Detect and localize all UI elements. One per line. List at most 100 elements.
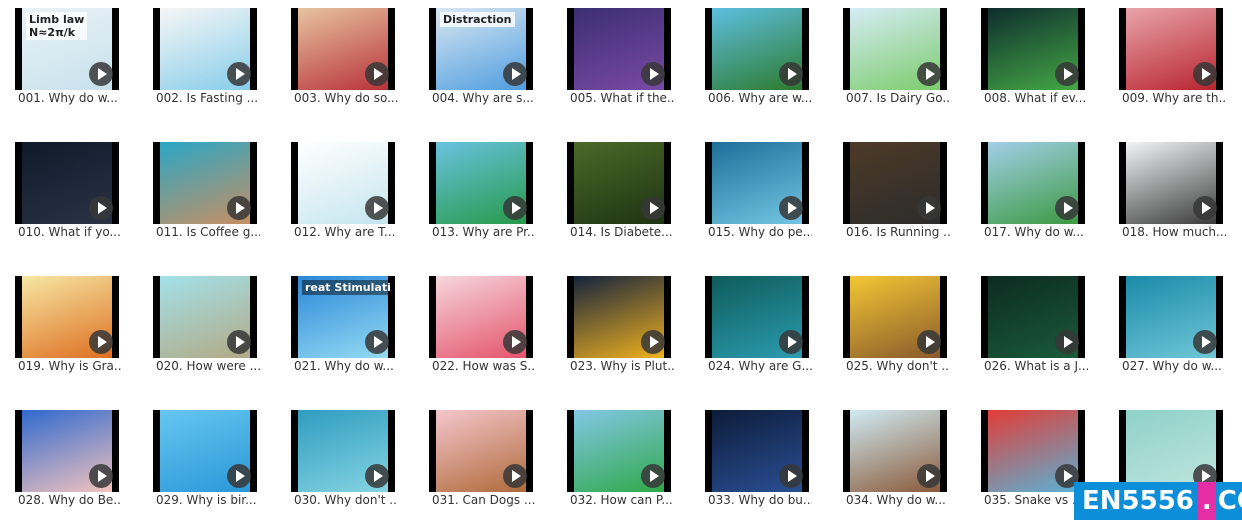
video-thumbnail[interactable]: reat Stimulati [291,276,395,358]
video-thumbnail[interactable] [153,276,257,358]
video-item[interactable]: 010. What if yo... [0,134,124,254]
video-item[interactable]: Distraction 004. Why are s... [414,0,538,120]
video-title[interactable]: 034. Why do w... [846,493,950,507]
video-item[interactable]: 016. Is Running ... [828,134,952,254]
video-item[interactable]: 007. Is Dairy Go... [828,0,952,120]
video-item[interactable]: 031. Can Dogs ... [414,402,538,522]
video-thumbnail[interactable] [567,142,671,224]
video-item[interactable]: 033. Why do bu... [690,402,814,522]
video-thumbnail[interactable] [429,410,533,492]
video-thumbnail[interactable] [153,410,257,492]
video-title[interactable]: 029. Why is bir... [156,493,260,507]
video-item[interactable]: 027. Why do w... [1104,268,1228,388]
video-title[interactable]: 008. What if ev... [984,91,1088,105]
video-item[interactable]: 018. How much... [1104,134,1228,254]
video-thumbnail[interactable] [981,410,1085,492]
play-icon[interactable] [779,62,803,86]
video-thumbnail[interactable] [567,410,671,492]
video-item[interactable]: 003. Why do so... [276,0,400,120]
play-icon[interactable] [917,196,941,220]
play-icon[interactable] [227,62,251,86]
video-item[interactable]: 024. Why are G... [690,268,814,388]
video-title[interactable]: 028. Why do Be... [18,493,122,507]
video-item[interactable]: 034. Why do w... [828,402,952,522]
video-item[interactable]: 023. Why is Plut... [552,268,676,388]
video-title[interactable]: 025. Why don't ... [846,359,950,373]
video-title[interactable]: 021. Why do w... [294,359,398,373]
video-item[interactable]: 002. Is Fasting ... [138,0,262,120]
video-item[interactable]: 008. What if ev... [966,0,1090,120]
play-icon[interactable] [89,464,113,488]
play-icon[interactable] [641,62,665,86]
video-thumbnail[interactable] [981,142,1085,224]
play-icon[interactable] [779,196,803,220]
video-title[interactable]: 022. How was S... [432,359,536,373]
video-title[interactable]: 033. Why do bu... [708,493,812,507]
video-thumbnail[interactable] [291,8,395,90]
play-icon[interactable] [89,196,113,220]
play-icon[interactable] [503,62,527,86]
video-thumbnail[interactable] [705,8,809,90]
video-item[interactable]: 035. Snake vs ... [966,402,1090,522]
video-item[interactable]: 006. Why are w... [690,0,814,120]
video-item[interactable]: 020. How were ... [138,268,262,388]
video-title[interactable]: 011. Is Coffee g... [156,225,260,239]
video-thumbnail[interactable] [1119,410,1223,492]
video-thumbnail[interactable] [567,8,671,90]
play-icon[interactable] [365,196,389,220]
video-title[interactable]: 016. Is Running ... [846,225,950,239]
video-item[interactable]: 017. Why do w... [966,134,1090,254]
video-item[interactable]: 009. Why are th... [1104,0,1228,120]
video-title[interactable]: 001. Why do w... [18,91,122,105]
video-title[interactable]: 017. Why do w... [984,225,1088,239]
video-thumbnail[interactable] [291,142,395,224]
play-icon[interactable] [365,62,389,86]
video-title[interactable]: 032. How can P... [570,493,674,507]
play-icon[interactable] [1193,62,1217,86]
video-title[interactable]: 035. Snake vs ... [984,493,1088,507]
play-icon[interactable] [365,330,389,354]
video-thumbnail[interactable] [705,410,809,492]
video-item[interactable]: 028. Why do Be... [0,402,124,522]
play-icon[interactable] [917,62,941,86]
video-title[interactable]: 006. Why are w... [708,91,812,105]
play-icon[interactable] [503,330,527,354]
play-icon[interactable] [89,330,113,354]
play-icon[interactable] [1193,330,1217,354]
video-thumbnail[interactable] [981,8,1085,90]
video-title[interactable]: 027. Why do w... [1122,359,1226,373]
video-thumbnail[interactable] [843,276,947,358]
play-icon[interactable] [641,464,665,488]
video-title[interactable]: 012. Why are T... [294,225,398,239]
video-title[interactable]: 024. Why are G... [708,359,812,373]
video-thumbnail[interactable]: Distraction [429,8,533,90]
play-icon[interactable] [503,196,527,220]
video-item[interactable]: 026. What is a J... [966,268,1090,388]
video-item[interactable]: 022. How was S... [414,268,538,388]
play-icon[interactable] [1055,196,1079,220]
video-thumbnail[interactable] [843,142,947,224]
video-title[interactable]: 007. Is Dairy Go... [846,91,950,105]
video-title[interactable]: 019. Why is Gra... [18,359,122,373]
video-item[interactable]: 029. Why is bir... [138,402,262,522]
video-title[interactable]: 010. What if yo... [18,225,122,239]
video-item[interactable]: 011. Is Coffee g... [138,134,262,254]
video-title[interactable]: 013. Why are Pr... [432,225,536,239]
video-title[interactable]: 030. Why don't ... [294,493,398,507]
video-title[interactable]: 014. Is Diabete... [570,225,674,239]
play-icon[interactable] [1055,330,1079,354]
video-item[interactable]: 025. Why don't ... [828,268,952,388]
play-icon[interactable] [779,330,803,354]
video-title[interactable]: 018. How much... [1122,225,1226,239]
video-thumbnail[interactable] [291,410,395,492]
video-thumbnail[interactable] [981,276,1085,358]
video-title[interactable]: 026. What is a J... [984,359,1088,373]
video-thumbnail[interactable] [705,276,809,358]
play-icon[interactable] [89,62,113,86]
video-title[interactable]: 002. Is Fasting ... [156,91,260,105]
video-title[interactable]: 031. Can Dogs ... [432,493,536,507]
play-icon[interactable] [641,196,665,220]
video-thumbnail[interactable] [843,8,947,90]
video-title[interactable]: 003. Why do so... [294,91,398,105]
video-item[interactable]: 019. Why is Gra... [0,268,124,388]
